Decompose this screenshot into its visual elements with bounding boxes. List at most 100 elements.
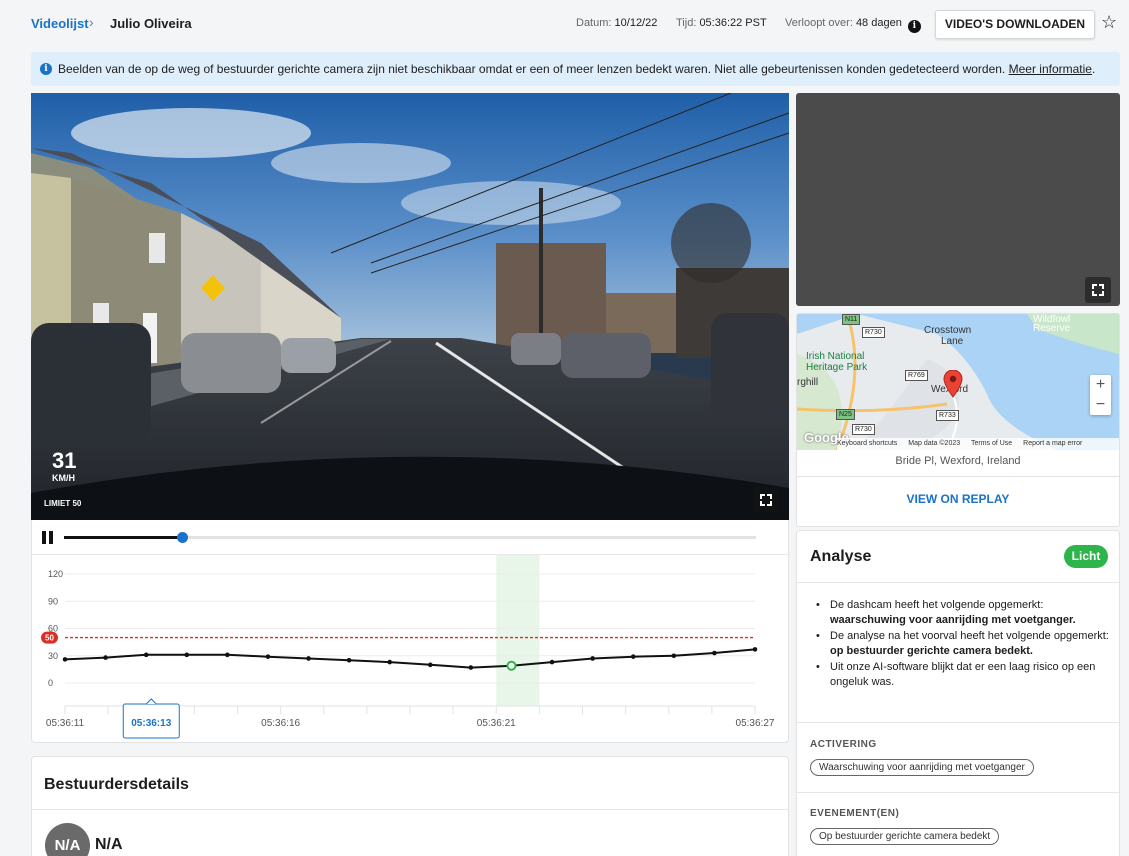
speed-point xyxy=(671,653,677,659)
zoom-in-button[interactable]: + xyxy=(1090,375,1111,395)
analysis-findings: De dashcam heeft het volgende opgemerkt:… xyxy=(815,598,1110,690)
finding-text: De dashcam heeft het volgende opgemerkt: xyxy=(830,599,1044,611)
divider xyxy=(32,809,788,810)
expires-meta: Verloopt over: 48 dagen i xyxy=(785,17,921,33)
zoom-out-button[interactable]: − xyxy=(1090,395,1111,415)
finding-text: De analyse na het voorval heeft het volg… xyxy=(830,629,1109,642)
info-banner: i Beelden van de op de weg of bestuurder… xyxy=(31,52,1120,86)
activation-tag: Waarschuwing voor aanrijding met voetgan… xyxy=(810,759,1034,776)
finding-bold: waarschuwing voor aanrijding met voetgan… xyxy=(830,614,1076,627)
driver-details-card: Bestuurdersdetails N/A N/A xyxy=(31,756,789,856)
avatar: N/A xyxy=(45,823,90,856)
download-videos-button[interactable]: VIDEO'S DOWNLOADEN xyxy=(935,10,1095,39)
speed-point xyxy=(468,665,474,670)
speed-point xyxy=(712,650,717,656)
map-label: Heritage Park xyxy=(806,362,868,373)
speed-value: 31 xyxy=(52,448,77,473)
expires-value: 48 dagen xyxy=(855,17,902,29)
road-tag: R733 xyxy=(936,410,959,421)
dashcam-frame-image xyxy=(31,93,789,520)
info-icon: i xyxy=(40,63,52,75)
fullscreen-icon[interactable] xyxy=(1085,277,1111,303)
event-tag: Op bestuurder gerichte camera bedekt xyxy=(810,828,1000,845)
fullscreen-icon[interactable] xyxy=(753,487,779,513)
star-icon[interactable]: ☆ xyxy=(1101,12,1117,33)
time-meta: Tijd: 05:36:22 PST xyxy=(676,17,767,29)
speed-point xyxy=(590,656,595,661)
speed-point xyxy=(752,647,758,652)
map-attribution: Keyboard shortcuts Map data ©2023 Terms … xyxy=(837,438,1119,450)
map-pin-icon[interactable] xyxy=(943,370,963,398)
speed-series-line xyxy=(64,648,756,669)
severity-badge: Licht xyxy=(1064,545,1108,568)
date-meta: Datum: 10/12/22 xyxy=(576,17,657,29)
page-header: Videolijst › Julio Oliveira Datum: 10/12… xyxy=(0,0,1129,48)
terms-link[interactable]: Terms of Use xyxy=(971,440,1012,447)
date-value: 10/12/22 xyxy=(614,17,658,29)
view-on-replay-link[interactable]: VIEW ON REPLAY xyxy=(797,492,1119,506)
driver-camera-video[interactable] xyxy=(796,93,1120,306)
banner-text: Beelden van de op de weg of bestuurder g… xyxy=(58,62,1006,76)
x-tick-label: 05:36:11 xyxy=(46,718,85,729)
road-tag: R769 xyxy=(905,370,928,381)
x-tick-label: 05:36:27 xyxy=(736,718,775,729)
map-data-text: Map data ©2023 xyxy=(908,440,961,447)
activation-label: ACTIVERING xyxy=(810,739,877,750)
current-position-marker xyxy=(506,660,517,671)
divider xyxy=(797,722,1119,723)
breadcrumb-current: Julio Oliveira xyxy=(110,16,192,31)
speed-point xyxy=(346,657,352,663)
road-tag: R730 xyxy=(852,424,875,435)
map-label: Irish National xyxy=(806,351,865,362)
y-tick-label: 30 xyxy=(48,651,58,661)
speed-point xyxy=(630,654,636,659)
speed-limit-badge-label: 50 xyxy=(45,634,54,643)
map-view[interactable]: Crosstown Lane Irish National Heritage P… xyxy=(797,314,1119,450)
more-info-link[interactable]: Meer informatie xyxy=(1009,62,1092,76)
x-tick-label: 05:36:16 xyxy=(261,718,300,729)
driver-name: N/A xyxy=(95,836,123,853)
speed-point xyxy=(62,657,68,662)
time-label: Tijd: xyxy=(676,17,697,29)
banner-message: Beelden van de op de weg of bestuurder g… xyxy=(58,62,1095,76)
keyboard-shortcuts-link[interactable]: Keyboard shortcuts xyxy=(837,440,897,447)
speed-line-chart[interactable]: 12090603005005:36:11 05:36:13 05:36:16 05:3… xyxy=(32,520,790,743)
speed-point xyxy=(387,659,393,665)
map-label: Lane xyxy=(941,336,964,347)
speed-point xyxy=(103,655,108,660)
report-error-link[interactable]: Report a map error xyxy=(1023,440,1082,447)
road-tag: N25 xyxy=(836,409,855,420)
map-label: Crosstown xyxy=(924,325,972,336)
finding-item: De dashcam heeft het volgende opgemerkt:… xyxy=(815,598,1110,629)
selected-time-pointer xyxy=(145,698,157,705)
expires-label: Verloopt over: xyxy=(785,17,853,29)
y-tick-label: 120 xyxy=(48,569,63,579)
speed-unit: KM/H xyxy=(52,473,75,483)
map-zoom-controls: + − xyxy=(1090,375,1111,415)
info-icon[interactable]: i xyxy=(907,20,921,33)
road-tag: N11 xyxy=(842,314,861,325)
time-value: 05:36:22 PST xyxy=(699,17,767,29)
road-tag: R730 xyxy=(862,327,885,338)
speed-point xyxy=(225,652,230,658)
driver-details-title: Bestuurdersdetails xyxy=(44,776,189,793)
road-camera-video[interactable]: 31 KM/H LIMIET 50 xyxy=(31,93,789,520)
analysis-title: Analyse xyxy=(810,548,872,565)
finding-text: Uit onze AI-software blijkt dat er een l… xyxy=(830,660,1096,689)
map-label: rghill xyxy=(797,377,819,388)
speed-point xyxy=(306,656,311,661)
map-label: Reserve xyxy=(1033,323,1071,334)
address-text: Bride Pl, Wexford, Ireland xyxy=(895,455,1021,467)
y-tick-label: 90 xyxy=(48,596,58,606)
speed-chart-card: 120 90 60 30 0 50 05:36:11 05:36:13 05:36:16 05:3… xyxy=(31,520,790,743)
analysis-card: Analyse Licht De dashcam heeft het volge… xyxy=(796,530,1120,856)
x-tick-label: 05:36:21 xyxy=(477,718,516,729)
divider xyxy=(797,582,1119,583)
breadcrumb-chevron-icon: › xyxy=(89,14,94,30)
finding-bold: op bestuurder gerichte camera bedekt. xyxy=(830,645,1033,658)
finding-item: De analyse na het voorval heeft het volg… xyxy=(815,629,1110,660)
divider xyxy=(797,476,1119,477)
breadcrumb-videolist-link[interactable]: Videolijst xyxy=(31,16,89,31)
banner-suffix: . xyxy=(1091,62,1096,76)
speed-point xyxy=(143,652,149,658)
